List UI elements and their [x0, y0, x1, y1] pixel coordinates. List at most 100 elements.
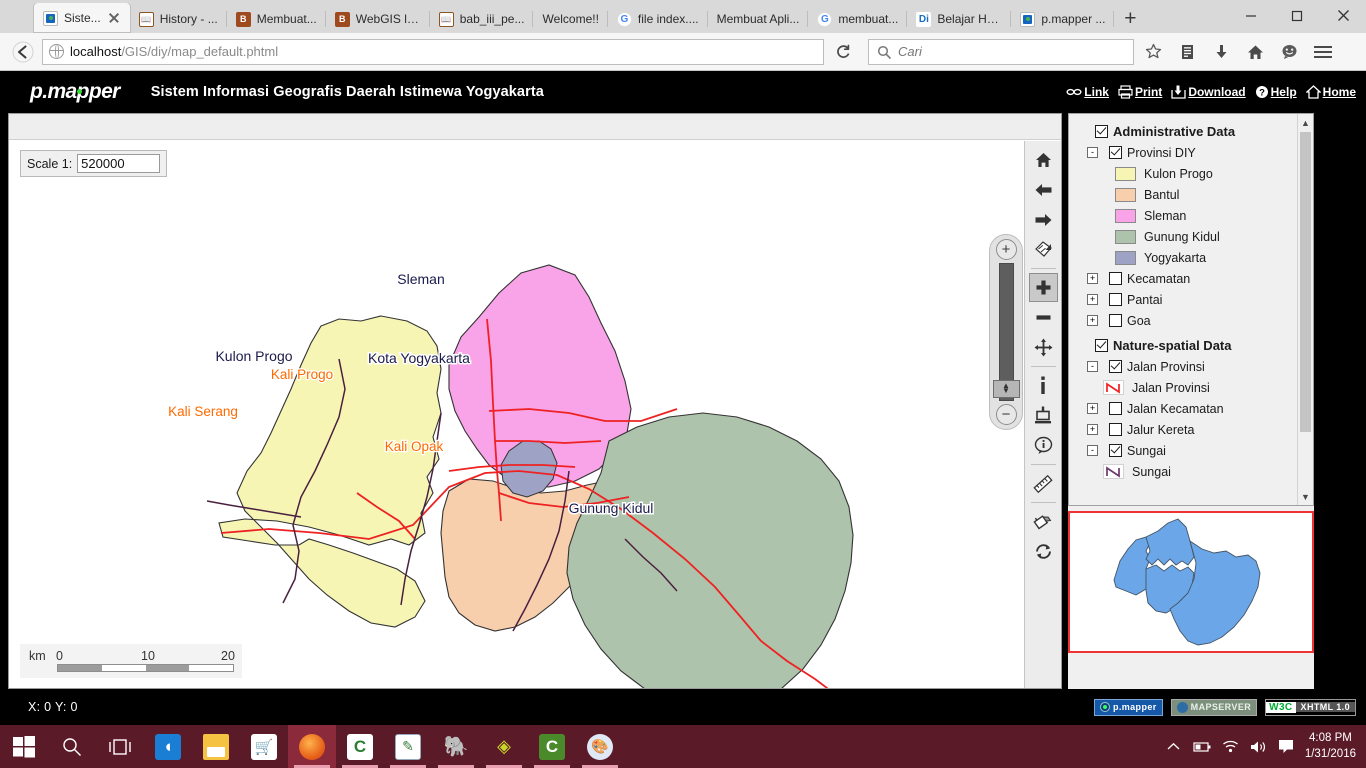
identify-tool[interactable]	[1029, 371, 1058, 400]
library-icon[interactable]	[1172, 38, 1202, 66]
home-extent-button[interactable]	[1029, 145, 1058, 174]
maximize-button[interactable]	[1274, 0, 1320, 31]
next-extent-button[interactable]	[1029, 205, 1058, 234]
checkbox-goa[interactable]	[1109, 314, 1122, 327]
back-arrow-icon[interactable]	[8, 38, 38, 66]
store-app[interactable]: 🛒	[240, 725, 288, 768]
scroll-up-icon[interactable]: ▲	[1297, 114, 1313, 131]
zoom-slider-handle[interactable]: ▲ ▼	[992, 380, 1020, 398]
collapse-toggle[interactable]: -	[1087, 445, 1098, 456]
browser-tab[interactable]: Di Belajar HT...	[907, 5, 1012, 33]
legend-layer-jalan-provinsi[interactable]: - Jalan Provinsi	[1077, 356, 1291, 377]
legend-layer-jalan-kecamatan[interactable]: + Jalan Kecamatan	[1077, 398, 1291, 419]
checkbox-pantai[interactable]	[1109, 293, 1122, 306]
postgresql-app[interactable]: 🐘	[432, 725, 480, 768]
checkbox-kecamatan[interactable]	[1109, 272, 1122, 285]
browser-tab[interactable]: 📖 History - ...	[130, 5, 227, 33]
checkbox-jalan-provinsi[interactable]	[1109, 360, 1122, 373]
expand-toggle[interactable]: +	[1087, 315, 1098, 326]
legend-group-nature-spatial[interactable]: Nature-spatial Data	[1077, 335, 1291, 356]
file-explorer-app[interactable]	[192, 725, 240, 768]
pan-tool[interactable]	[1029, 333, 1058, 362]
scale-input[interactable]	[77, 154, 161, 173]
close-icon[interactable]	[107, 11, 121, 25]
browser-tab[interactable]: B Membuat...	[227, 5, 326, 33]
app-green-yellow[interactable]: ◈	[480, 725, 528, 768]
browser-tab[interactable]: B WebGIS lll...	[326, 5, 430, 33]
zoom-out-button[interactable]: −	[995, 404, 1017, 425]
mapserver-badge[interactable]: MAPSERVER	[1170, 698, 1258, 716]
legend-layer-pantai[interactable]: + Pantai	[1077, 289, 1291, 310]
paint-app[interactable]: 🎨	[576, 725, 624, 768]
legend-layer-sungai[interactable]: - Sungai	[1077, 440, 1291, 461]
zoom-full-extent-button[interactable]	[1029, 235, 1058, 264]
legend-layer-kecamatan[interactable]: + Kecamatan	[1077, 268, 1291, 289]
battery-icon[interactable]	[1191, 741, 1211, 753]
sync-icon[interactable]	[1274, 38, 1304, 66]
firefox-app[interactable]	[288, 725, 336, 768]
wifi-icon[interactable]	[1222, 740, 1239, 753]
legend-layer-goa[interactable]: + Goa	[1077, 310, 1291, 331]
hamburger-icon[interactable]	[1308, 38, 1338, 66]
browser-tab[interactable]: G membuat...	[808, 5, 908, 33]
start-button[interactable]	[0, 725, 48, 768]
legend-group-administrative[interactable]: Administrative Data	[1077, 121, 1291, 142]
search-button[interactable]	[48, 725, 96, 768]
clock[interactable]: 4:08 PM 1/31/2016	[1305, 731, 1356, 762]
browser-tab[interactable]: Welcome!!	[533, 5, 608, 33]
browser-tab[interactable]: 📖 bab_iii_pe...	[430, 5, 534, 33]
star-icon[interactable]	[1138, 38, 1168, 66]
w3c-badge[interactable]: W3C XHTML 1.0	[1265, 698, 1356, 716]
legend-layer-provinsi-diy[interactable]: - Provinsi DIY	[1077, 142, 1291, 163]
scrollbar-thumb[interactable]	[1300, 132, 1311, 432]
legend-scrollbar[interactable]: ▲ ▼	[1297, 114, 1313, 505]
search-input[interactable]: Cari	[868, 38, 1134, 65]
browser-tab[interactable]: G file index....	[608, 5, 708, 33]
app-c-green[interactable]: C	[336, 725, 384, 768]
expand-toggle[interactable]: +	[1087, 273, 1098, 284]
scroll-down-icon[interactable]: ▼	[1297, 488, 1313, 505]
checkbox-administrative-data[interactable]	[1095, 125, 1108, 138]
header-link-link[interactable]: Link	[1066, 85, 1109, 99]
browser-tab[interactable]: Siste...	[34, 3, 130, 33]
expand-toggle[interactable]: +	[1087, 403, 1098, 414]
header-link-home[interactable]: Home	[1305, 85, 1356, 99]
auto-identify-tool[interactable]	[1029, 431, 1058, 460]
map-canvas[interactable]: Sleman Kulon Progo Kota Yogyakarta Gunun…	[9, 141, 1061, 688]
browser-tab[interactable]: p.mapper ...	[1011, 5, 1115, 33]
address-bar[interactable]: localhost/GIS/diy/map_default.phtml	[42, 38, 824, 65]
refresh-tool[interactable]	[1029, 537, 1058, 566]
collapse-toggle[interactable]: -	[1087, 361, 1098, 372]
speaker-icon[interactable]	[1250, 740, 1267, 754]
legend-panel[interactable]: Administrative Data - Provinsi DIY Kulon…	[1068, 113, 1314, 506]
highlight-tool[interactable]	[1029, 507, 1058, 536]
measure-tool[interactable]	[1029, 469, 1058, 498]
task-view-button[interactable]	[96, 725, 144, 768]
zoom-out-tool[interactable]	[1029, 303, 1058, 332]
expand-toggle[interactable]: +	[1087, 424, 1098, 435]
checkbox-nature-spatial-data[interactable]	[1095, 339, 1108, 352]
notification-icon[interactable]	[1278, 739, 1294, 754]
reload-icon[interactable]	[828, 38, 858, 66]
checkbox-jalan-kecamatan[interactable]	[1109, 402, 1122, 415]
header-link-print[interactable]: Print	[1118, 85, 1162, 99]
legend-layer-jalur-kereta[interactable]: + Jalur Kereta	[1077, 419, 1291, 440]
overview-map[interactable]	[1068, 511, 1314, 653]
chevron-up-icon[interactable]	[1167, 742, 1180, 751]
minimize-button[interactable]	[1228, 0, 1274, 31]
checkbox-jalur-kereta[interactable]	[1109, 423, 1122, 436]
app-c-green-2[interactable]: C	[528, 725, 576, 768]
close-button[interactable]	[1320, 0, 1366, 31]
checkbox-sungai[interactable]	[1109, 444, 1122, 457]
edge-app[interactable]: ◖	[144, 725, 192, 768]
header-link-help[interactable]: ? Help	[1255, 85, 1297, 99]
pmapper-badge[interactable]: p.mapper	[1093, 698, 1163, 716]
home-icon[interactable]	[1240, 38, 1270, 66]
zoom-slider[interactable]: + ▲ ▼ −	[989, 234, 1023, 430]
header-link-download[interactable]: Download	[1171, 85, 1246, 99]
previous-extent-button[interactable]	[1029, 175, 1058, 204]
checkbox-provinsi-diy[interactable]	[1109, 146, 1122, 159]
download-arrow-icon[interactable]	[1206, 38, 1236, 66]
zoom-in-button[interactable]: +	[995, 239, 1017, 260]
app-notepad[interactable]: ✎	[384, 725, 432, 768]
